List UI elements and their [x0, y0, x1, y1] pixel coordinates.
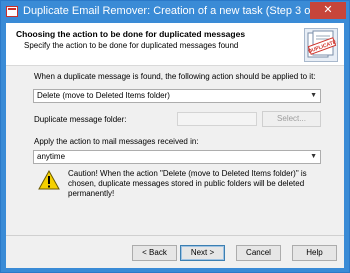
back-button[interactable]: < Back [132, 245, 177, 261]
app-icon [6, 6, 18, 17]
warning-triangle-icon [38, 170, 60, 190]
wizard-header: Choosing the action to be done for dupli… [6, 23, 344, 66]
apply-select-value: anytime [37, 152, 66, 161]
step-subtitle: Specify the action to be done for duplic… [24, 41, 239, 50]
apply-period-select[interactable]: anytime ▼ [33, 150, 321, 164]
warning-message: Caution! When the action "Delete (move t… [68, 169, 307, 198]
chevron-down-icon: ▼ [310, 153, 317, 160]
close-button[interactable]: ✕ [310, 2, 346, 19]
duplicate-stamp-icon: DUPLICATE [304, 28, 338, 62]
step-title: Choosing the action to be done for dupli… [16, 29, 246, 39]
title-bar[interactable]: Duplicate Email Remover: Creation of a n… [1, 1, 349, 23]
app-window: Duplicate Email Remover: Creation of a n… [0, 0, 350, 273]
select-folder-button[interactable]: Select... [262, 111, 321, 127]
wizard-content: Choosing the action to be done for dupli… [6, 23, 344, 268]
action-prompt-label: When a duplicate message is found, the f… [34, 72, 316, 81]
action-select-value: Delete (move to Deleted Items folder) [37, 91, 170, 100]
window-title: Duplicate Email Remover: Creation of a n… [23, 5, 327, 17]
folder-field[interactable] [177, 112, 257, 126]
divider [6, 235, 344, 236]
apply-label: Apply the action to mail messages receiv… [34, 137, 199, 146]
action-select[interactable]: Delete (move to Deleted Items folder) ▼ [33, 89, 321, 103]
help-button[interactable]: Help [292, 245, 337, 261]
cancel-button[interactable]: Cancel [236, 245, 281, 261]
chevron-down-icon: ▼ [310, 92, 317, 99]
next-button[interactable]: Next > [180, 245, 225, 261]
folder-label: Duplicate message folder: [34, 115, 127, 124]
